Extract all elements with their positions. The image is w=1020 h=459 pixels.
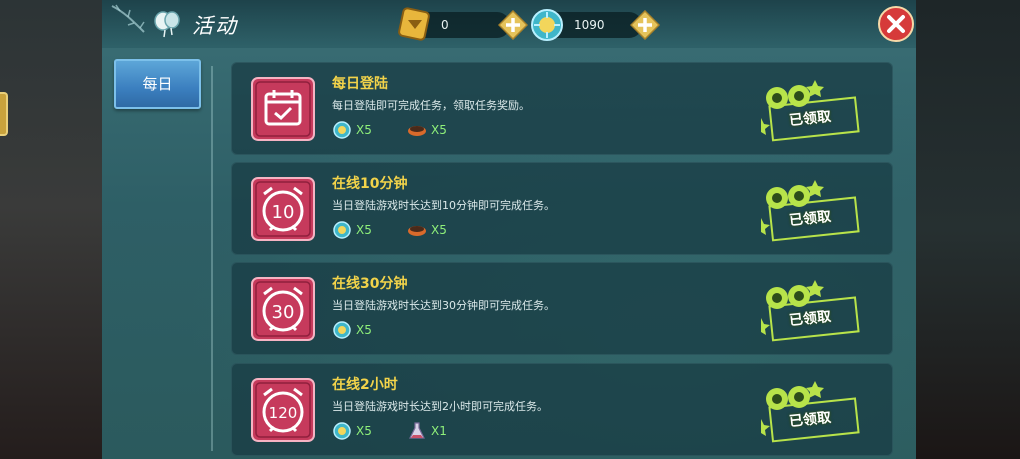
background-right [916, 0, 1020, 459]
reward-coin: X5 [332, 421, 372, 441]
task-row-online-10min: 10 在线10分钟 当日登陆游戏时长达到10分钟即可完成任务。 X5 X5 已领… [231, 162, 893, 255]
add-coin-button[interactable] [630, 10, 660, 40]
food-bowl-icon [408, 226, 426, 236]
coin-currency: 1090 [531, 9, 660, 41]
clock-number: 120 [269, 404, 298, 422]
background-left [0, 0, 102, 459]
task-title: 每日登陆 [332, 76, 388, 92]
claimed-stamp: 已领取 [753, 375, 863, 443]
gold-ingot-icon [398, 7, 430, 41]
reward-count: X5 [356, 323, 372, 337]
clock-number: 30 [272, 302, 295, 323]
clock-number: 10 [272, 202, 295, 223]
food-bowl-icon [408, 126, 426, 136]
coin-icon [333, 221, 351, 239]
coin-icon [333, 121, 351, 139]
gold-value: 0 [441, 18, 449, 32]
reward-food: X5 [407, 220, 447, 240]
task-row-daily-login: 每日登陆 每日登陆即可完成任务，领取任务奖励。 X5 X5 已领取 [231, 62, 893, 155]
alarm-clock-icon: 120 [251, 378, 315, 442]
reward-count: X1 [431, 424, 447, 438]
alarm-clock-icon: 30 [251, 277, 315, 341]
tab-daily[interactable]: 每日 [114, 59, 201, 109]
coin-icon [333, 422, 351, 440]
task-row-online-30min: 30 在线30分钟 当日登陆游戏时长达到30分钟即可完成任务。 X5 已领取 [231, 262, 893, 355]
task-title: 在线10分钟 [332, 176, 408, 192]
close-button[interactable] [878, 6, 914, 42]
claimed-stamp: 已领取 [753, 74, 863, 142]
coin-icon [531, 9, 563, 41]
task-description: 当日登陆游戏时长达到2小时即可完成任务。 [332, 400, 548, 413]
reward-count: X5 [356, 424, 372, 438]
task-description: 每日登陆即可完成任务，领取任务奖励。 [332, 99, 530, 112]
coin-icon [333, 321, 351, 339]
alarm-clock-icon: 10 [251, 177, 315, 241]
add-gold-button[interactable] [498, 10, 528, 40]
claimed-stamp: 已领取 [753, 174, 863, 242]
task-description: 当日登陆游戏时长达到30分钟即可完成任务。 [332, 299, 555, 312]
reward-coin: X5 [332, 120, 372, 140]
task-title: 在线2小时 [332, 377, 398, 393]
reward-coin: X5 [332, 220, 372, 240]
flask-icon [409, 422, 425, 439]
claimed-stamp: 已领取 [753, 274, 863, 342]
balloon-heart-icon [154, 11, 180, 38]
task-description: 当日登陆游戏时长达到10分钟即可完成任务。 [332, 199, 555, 212]
branch-decoration-icon [111, 4, 145, 33]
reward-coin: X5 [332, 320, 372, 340]
reward-flask: X1 [407, 421, 447, 441]
header-bar: 活动 0 1090 [102, 0, 916, 48]
side-handle[interactable] [0, 92, 8, 136]
reward-food: X5 [407, 120, 447, 140]
reward-count: X5 [431, 223, 447, 237]
gold-currency: 0 [398, 7, 528, 41]
task-row-online-2h: 120 在线2小时 当日登陆游戏时长达到2小时即可完成任务。 X5 X1 已领取 [231, 363, 893, 456]
reward-count: X5 [356, 223, 372, 237]
calendar-icon [251, 77, 315, 141]
divider [211, 66, 213, 451]
task-list: 每日登陆 每日登陆即可完成任务，领取任务奖励。 X5 X5 已领取 10 在线1… [231, 62, 893, 459]
page-title: 活动 [192, 14, 238, 38]
task-title: 在线30分钟 [332, 276, 408, 292]
activity-panel: 活动 0 1090 每日 每日登陆 每日登陆即可完成任务，领取任务奖励。 X5 … [102, 0, 916, 459]
reward-count: X5 [431, 123, 447, 137]
reward-count: X5 [356, 123, 372, 137]
coin-value: 1090 [574, 18, 605, 32]
